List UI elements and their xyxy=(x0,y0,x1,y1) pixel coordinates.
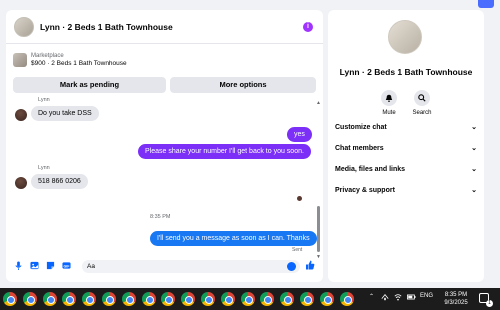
chat-title[interactable]: Lynn · 2 Beds 1 Bath Townhouse xyxy=(40,22,173,32)
listing-label: Marketplace xyxy=(31,53,64,59)
chrome-icon[interactable] xyxy=(102,292,116,306)
listing-subtitle: $900 · 2 Beds 1 Bath Townhouse xyxy=(31,60,127,67)
gif-icon[interactable]: GIF xyxy=(62,261,71,270)
svg-text:GIF: GIF xyxy=(64,264,71,268)
sticker-icon[interactable] xyxy=(46,261,55,270)
chrome-icon[interactable] xyxy=(141,292,156,306)
emoji-icon[interactable] xyxy=(287,262,296,271)
listing-thumbnail xyxy=(13,53,27,67)
avatar[interactable] xyxy=(15,177,27,189)
avatar[interactable] xyxy=(14,16,34,37)
chrome-icon[interactable] xyxy=(240,292,255,306)
chevron-up-icon[interactable]: ⌃ xyxy=(369,293,374,300)
section-label: Media, files and links xyxy=(335,165,406,173)
message-bubble-outgoing[interactable]: I'll send you a message as soon as I can… xyxy=(150,231,317,246)
avatar[interactable] xyxy=(388,20,422,54)
chat-panel: Lynn · 2 Beds 1 Bath Townhouse i Marketp… xyxy=(6,10,323,282)
message-bubble-incoming[interactable]: Do you take DSS xyxy=(31,106,99,121)
section-label: Chat members xyxy=(335,144,384,152)
info-panel-title: Lynn · 2 Beds 1 Bath Townhouse xyxy=(339,67,473,77)
notification-count-badge: 1 xyxy=(486,300,493,307)
avatar[interactable] xyxy=(15,109,27,121)
conversation-info-panel: Lynn · 2 Beds 1 Bath Townhouse Mute Sear… xyxy=(328,10,484,282)
section-privacy-support[interactable]: Privacy & support ⌄ xyxy=(335,183,477,197)
chrome-icon[interactable] xyxy=(220,292,235,306)
sent-status: Sent xyxy=(292,247,303,253)
section-customize-chat[interactable]: Customize chat ⌄ xyxy=(335,120,477,134)
chat-header: Lynn · 2 Beds 1 Bath Townhouse i xyxy=(6,10,323,44)
section-media-files-links[interactable]: Media, files and links ⌄ xyxy=(335,162,477,176)
marketplace-listing[interactable]: Marketplace $900 · 2 Beds 1 Bath Townhou… xyxy=(13,46,317,74)
chevron-down-icon: ⌄ xyxy=(471,187,477,194)
read-receipt-avatar xyxy=(297,196,302,201)
section-label: Privacy & support xyxy=(335,186,395,194)
battery-icon[interactable] xyxy=(407,293,416,303)
info-icon[interactable]: i xyxy=(303,22,313,32)
section-label: Customize chat xyxy=(335,123,387,131)
message-timestamp: 8:35 PM xyxy=(150,214,171,220)
chevron-down-icon: ⌄ xyxy=(471,124,477,131)
chrome-icon[interactable] xyxy=(42,292,57,306)
chrome-icon[interactable] xyxy=(300,292,314,306)
language-indicator[interactable]: ENG xyxy=(420,293,433,299)
like-icon[interactable] xyxy=(305,260,315,273)
message-bubble-outgoing[interactable]: Please share your number I'll get back t… xyxy=(138,144,311,159)
chrome-icon[interactable] xyxy=(121,292,136,306)
chrome-icon[interactable] xyxy=(22,292,37,306)
chrome-icon[interactable] xyxy=(339,292,354,306)
microphone-icon[interactable] xyxy=(14,261,23,270)
wifi-icon[interactable] xyxy=(394,293,402,303)
message-input[interactable]: Aa xyxy=(82,260,300,273)
mute-label[interactable]: Mute xyxy=(374,110,404,116)
bell-icon[interactable] xyxy=(381,90,397,106)
image-icon[interactable] xyxy=(30,261,39,270)
chrome-icon[interactable] xyxy=(3,292,17,306)
system-clock[interactable]: 8:35 PM 9/3/2025 xyxy=(438,291,474,307)
more-options-button[interactable]: More options xyxy=(170,77,316,93)
network-icon[interactable] xyxy=(381,293,389,303)
search-label[interactable]: Search xyxy=(407,110,437,116)
chevron-down-icon: ⌄ xyxy=(471,166,477,173)
message-sender: Lynn xyxy=(38,165,50,171)
scrollbar-thumb[interactable] xyxy=(317,206,320,252)
section-chat-members[interactable]: Chat members ⌄ xyxy=(335,141,477,155)
message-bubble-outgoing[interactable]: yes xyxy=(287,127,312,142)
chrome-icon[interactable] xyxy=(319,292,334,306)
chrome-icon[interactable] xyxy=(201,292,215,306)
clock-time: 8:35 PM xyxy=(444,292,468,298)
message-bubble-incoming[interactable]: 518 866 0206 xyxy=(31,174,88,189)
search-icon[interactable] xyxy=(414,90,430,106)
mark-as-pending-button[interactable]: Mark as pending xyxy=(13,77,166,93)
chevron-down-icon: ⌄ xyxy=(471,145,477,152)
clock-date: 9/3/2025 xyxy=(444,300,468,306)
scroll-up-arrow[interactable]: ▲ xyxy=(316,100,321,106)
message-sender: Lynn xyxy=(38,97,50,103)
scroll-down-arrow[interactable]: ▼ xyxy=(316,254,321,260)
window-corner-accent xyxy=(478,0,494,8)
